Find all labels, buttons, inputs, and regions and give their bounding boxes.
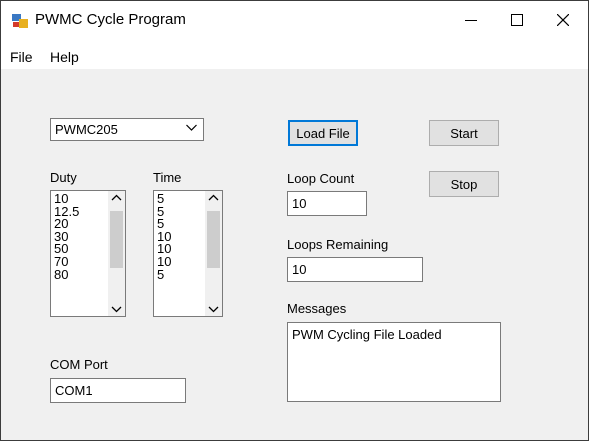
- close-button[interactable]: [540, 1, 586, 39]
- time-listbox[interactable]: 5 5 5 10 10 10 5: [153, 190, 223, 317]
- loops-remaining-value: 10: [292, 262, 307, 277]
- menu-bar: File Help: [1, 39, 588, 69]
- chevron-up-icon[interactable]: [111, 194, 122, 202]
- com-port-field[interactable]: COM1: [50, 378, 186, 403]
- load-file-button[interactable]: Load File: [288, 120, 358, 146]
- time-label: Time: [153, 170, 182, 185]
- loops-remaining-field[interactable]: 10: [287, 257, 423, 282]
- app-window: PWMC Cycle Program File Help PWMC205 Dut…: [0, 0, 589, 441]
- maximize-icon: [511, 14, 523, 26]
- maximize-button[interactable]: [494, 1, 540, 39]
- messages-field[interactable]: PWM Cycling File Loaded: [287, 322, 501, 402]
- messages-label: Messages: [287, 301, 347, 316]
- duty-listbox[interactable]: 10 12.5 20 30 50 70 80: [50, 190, 126, 317]
- loops-remaining-label: Loops Remaining: [287, 237, 389, 252]
- minimize-button[interactable]: [448, 1, 494, 39]
- chevron-up-icon[interactable]: [208, 194, 219, 202]
- duty-label: Duty: [50, 170, 77, 185]
- start-button[interactable]: Start: [429, 120, 499, 146]
- title-bar: PWMC Cycle Program: [1, 1, 588, 39]
- menu-file[interactable]: File: [10, 49, 33, 65]
- device-select-value: PWMC205: [55, 122, 118, 137]
- list-item[interactable]: 5: [157, 268, 171, 282]
- menu-help[interactable]: Help: [50, 49, 79, 65]
- stop-button[interactable]: Stop: [429, 171, 499, 197]
- loop-count-field[interactable]: 10: [287, 191, 367, 216]
- minimize-icon: [465, 20, 477, 21]
- com-port-label: COM Port: [50, 357, 108, 372]
- chevron-down-icon[interactable]: [208, 305, 219, 313]
- close-icon: [557, 14, 569, 26]
- duty-scroll-thumb[interactable]: [110, 211, 123, 268]
- device-select[interactable]: PWMC205: [50, 118, 204, 141]
- list-item[interactable]: 80: [54, 268, 79, 282]
- time-scroll-thumb[interactable]: [207, 211, 220, 268]
- app-icon: [12, 14, 28, 28]
- chevron-down-icon[interactable]: [111, 305, 122, 313]
- com-port-value: COM1: [55, 383, 93, 398]
- chevron-down-icon: [186, 124, 197, 131]
- messages-text: PWM Cycling File Loaded: [292, 327, 442, 342]
- duty-scrollbar[interactable]: [108, 191, 125, 316]
- loop-count-label: Loop Count: [287, 171, 355, 186]
- loop-count-value: 10: [292, 196, 307, 211]
- time-scrollbar[interactable]: [205, 191, 222, 316]
- window-title: PWMC Cycle Program: [35, 11, 186, 28]
